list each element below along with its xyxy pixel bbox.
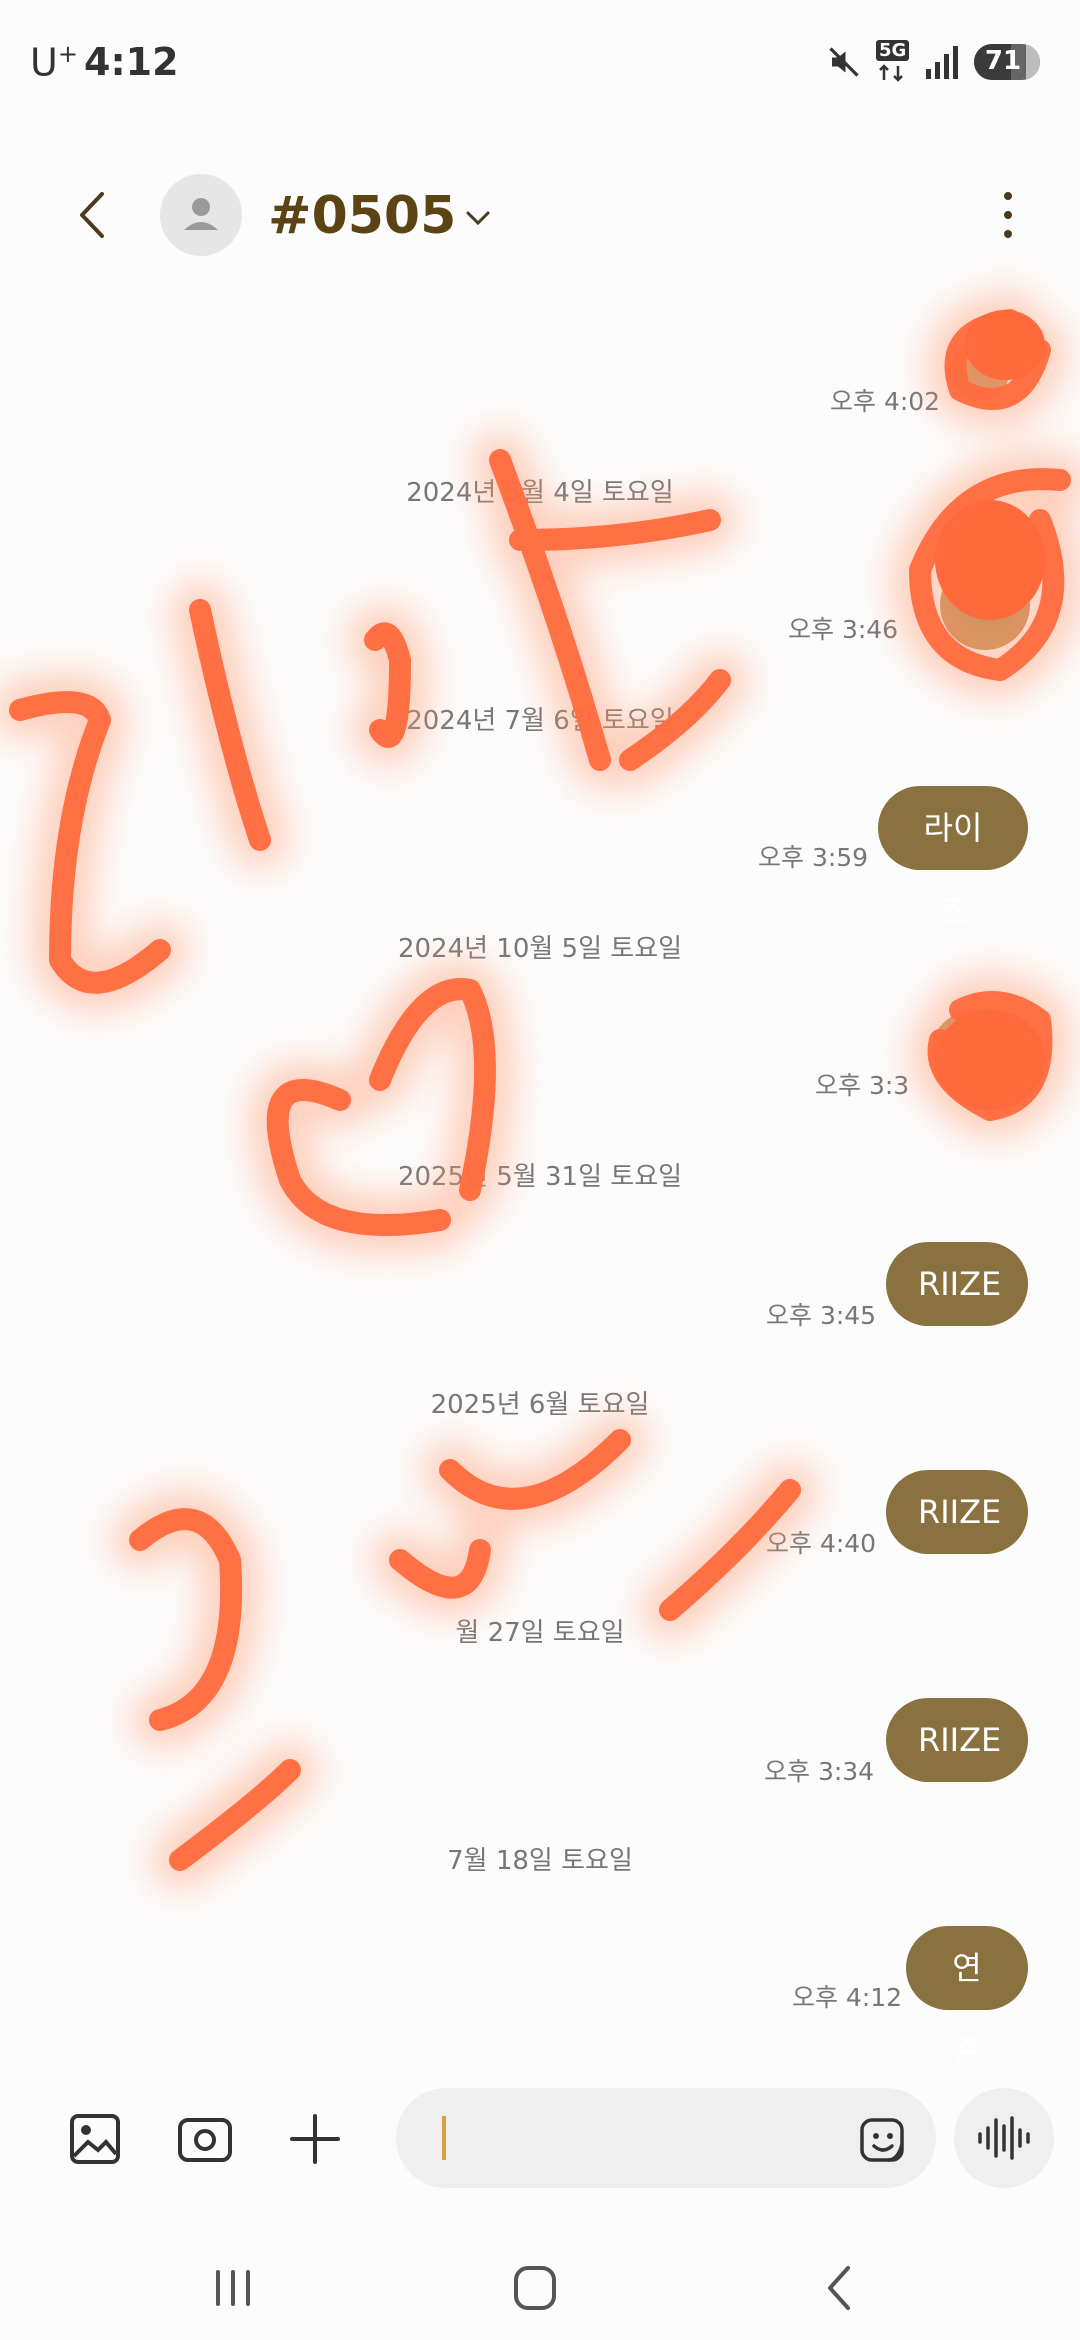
message-time: 오후 3:46 <box>788 615 899 644</box>
gallery-button[interactable] <box>60 2104 130 2174</box>
voice-message-button[interactable] <box>954 2088 1054 2188</box>
add-attachment-button[interactable] <box>280 2104 350 2174</box>
status-clock: 4:12 <box>84 40 179 84</box>
sticker-message[interactable] <box>930 1010 1020 1100</box>
message-time: 오후 4:12 <box>792 1983 903 2012</box>
message-time: 오후 4:40 <box>766 1529 877 1558</box>
message-bubble[interactable]: RIIZE <box>886 1698 1028 1782</box>
message-input[interactable] <box>456 2114 856 2162</box>
chevron-down-icon[interactable] <box>460 200 496 236</box>
message-bubble[interactable]: RIIZE <box>886 1242 1028 1326</box>
more-options-button[interactable] <box>996 190 1020 240</box>
sticker-message[interactable] <box>950 340 1010 400</box>
sticker-message[interactable] <box>940 560 1030 650</box>
contact-name[interactable]: #0505 <box>268 186 456 246</box>
date-separator: 2024년 7월 6일 토요일 <box>406 706 674 736</box>
camera-button[interactable] <box>170 2104 240 2174</box>
battery-icon: 71 <box>974 44 1040 80</box>
home-button[interactable] <box>500 2258 570 2318</box>
composer-bar <box>0 2080 1080 2200</box>
person-icon <box>184 198 218 230</box>
date-separator: 2024년 5월 4일 토요일 <box>406 478 674 508</box>
date-separator: 월 27일 토요일 <box>455 1618 625 1648</box>
message-bubble[interactable]: 연준 <box>906 1926 1028 2071</box>
message-time: 오후 4:02 <box>830 387 941 416</box>
status-bar: U+ 4:12 5G 71 <box>0 0 1080 130</box>
conversation-header: #0505 <box>0 150 1080 280</box>
text-cursor <box>442 2116 446 2160</box>
mute-icon <box>829 47 859 77</box>
message-time: 오후 3:34 <box>764 1757 875 1786</box>
message-bubble[interactable]: RIIZE <box>886 1470 1028 1554</box>
date-separator: 2025년 5월 31일 토요일 <box>397 1162 683 1192</box>
message-time: 오후 3:3 <box>815 1071 910 1100</box>
signal-icon <box>926 46 958 79</box>
message-time: 오후 3:45 <box>766 1301 877 1330</box>
status-icons: 5G 71 <box>826 40 1040 82</box>
contact-avatar[interactable] <box>160 174 242 256</box>
message-input-container[interactable] <box>396 2088 936 2188</box>
recent-apps-button[interactable] <box>198 2258 268 2318</box>
date-separator: 2024년 10월 5일 토요일 <box>397 934 683 964</box>
message-list[interactable]: 오후 4:02 2024년 5월 4일 토요일 오후 3:46 2024년 7월… <box>0 280 1080 2071</box>
message-time: 오후 3:59 <box>758 843 869 872</box>
date-separator: 7월 18일 토요일 <box>447 1846 633 1876</box>
system-navigation-bar <box>0 2240 1080 2340</box>
sticker-emoji-button[interactable] <box>858 2114 910 2166</box>
carrier-label: U+ <box>30 40 78 85</box>
waveform-icon <box>978 2116 1030 2160</box>
message-bubble[interactable]: 라이즈 <box>878 786 1028 931</box>
network-5g-icon: 5G <box>876 40 910 82</box>
date-separator: 2025년 6월 토요일 <box>430 1390 650 1420</box>
nav-back-button[interactable] <box>804 2258 874 2318</box>
back-button[interactable] <box>60 180 130 250</box>
